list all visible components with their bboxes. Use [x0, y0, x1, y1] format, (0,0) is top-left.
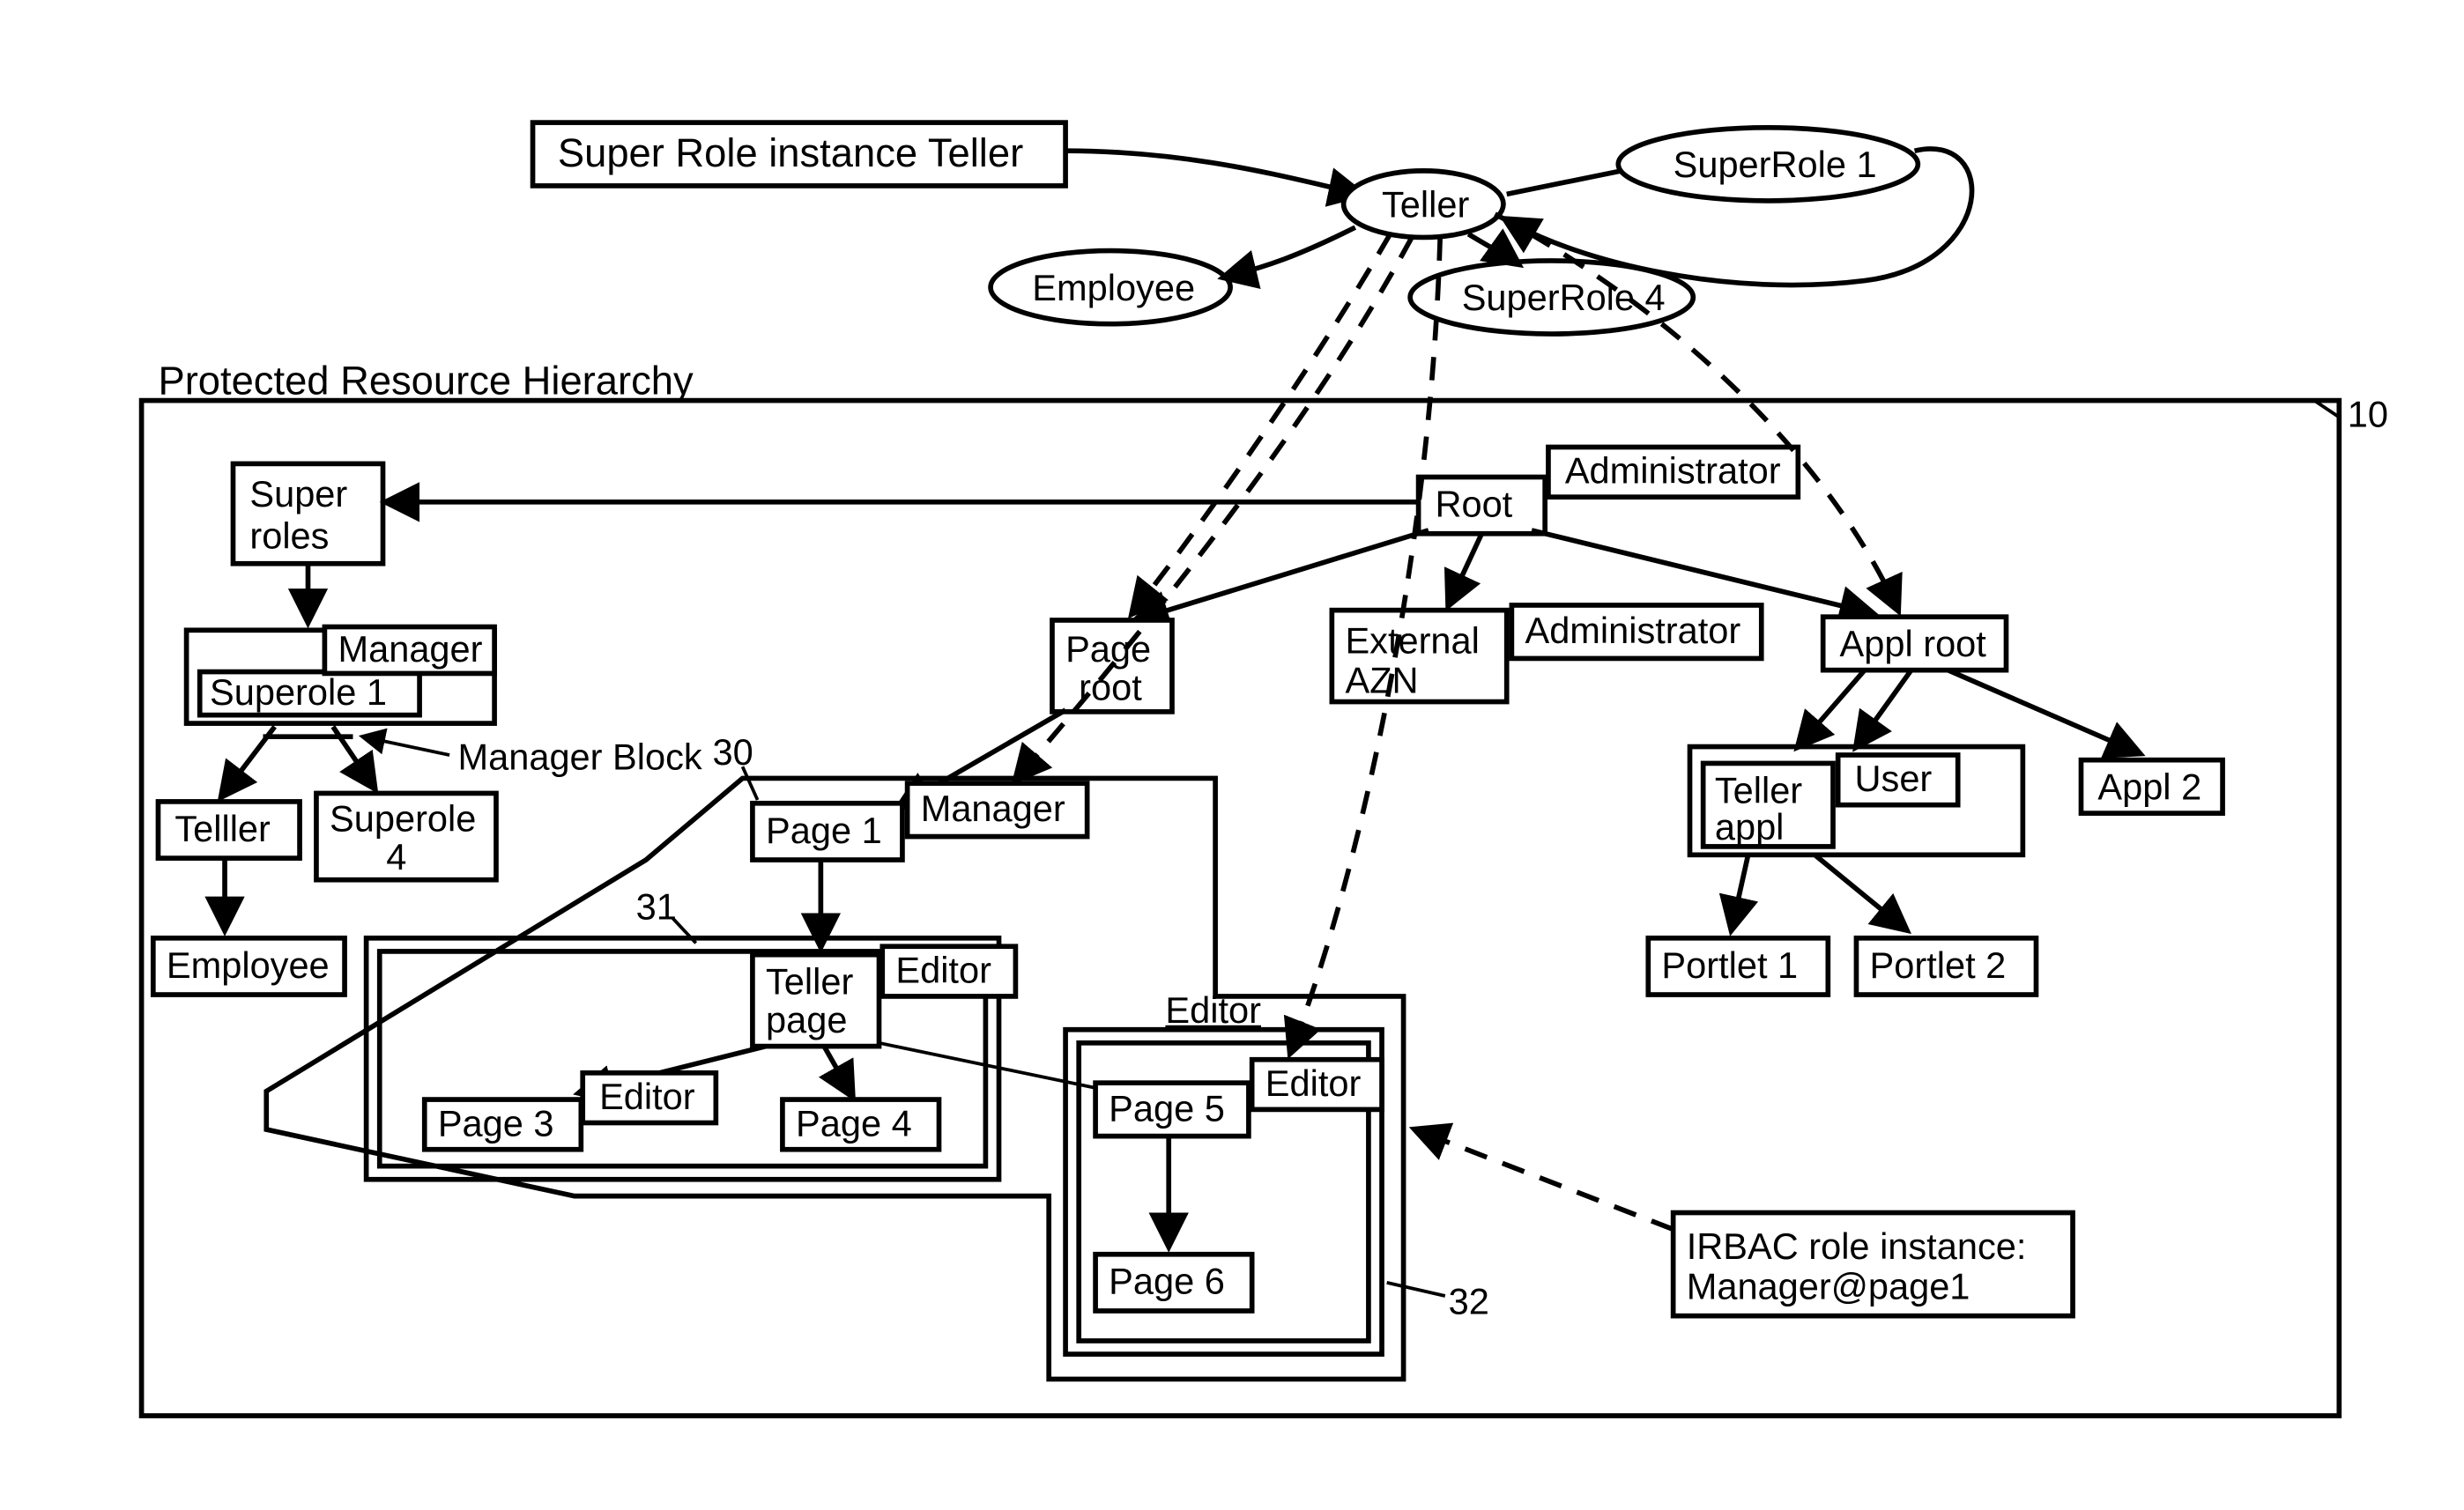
label-page3-editor: Editor: [599, 1076, 695, 1117]
label-page5-editor: Editor: [1265, 1062, 1362, 1104]
arrow-teller-employee: [1224, 227, 1355, 278]
label-ellipse-superrole1: SuperRole 1: [1674, 144, 1877, 185]
label-super-role-instance-teller: Super Role instance Teller: [558, 130, 1023, 175]
arrow-title-to-teller: [1065, 151, 1362, 194]
label-teller-editor: Editor: [895, 949, 991, 990]
label-protected-resource-hierarchy: Protected Resource Hierarchy: [158, 359, 693, 403]
label-page-root-l2: root: [1079, 666, 1142, 707]
label-31: 31: [636, 886, 677, 928]
label-teller-appl-l1: Teller: [1715, 769, 1802, 811]
label-ext-admin: Administrator: [1525, 610, 1740, 651]
label-page1-manager: Manager: [921, 788, 1065, 829]
label-super-roles-l2: roles: [249, 514, 329, 556]
label-root-admin: Administrator: [1565, 450, 1781, 492]
label-editor-underlined: Editor: [1165, 989, 1261, 1031]
label-ellipse-superrole4: SuperRole 4: [1462, 277, 1666, 318]
label-portlet1: Portlet 1: [1661, 944, 1798, 986]
label-irbac-l2: Manager@page1: [1687, 1265, 1970, 1306]
label-manager-tag: Manager: [338, 628, 483, 670]
label-page4: Page 4: [796, 1102, 912, 1144]
label-ext-azn-l1: External: [1345, 619, 1479, 661]
label-super-roles-l1: Super: [249, 473, 347, 514]
label-superole1: Superole 1: [210, 671, 387, 713]
label-superole4-l2: 4: [386, 836, 406, 877]
label-10: 10: [2348, 393, 2388, 434]
label-page6: Page 6: [1109, 1261, 1225, 1302]
label-appl-root: Appl root: [1840, 623, 1987, 664]
label-page3: Page 3: [438, 1102, 554, 1144]
label-page1: Page 1: [766, 810, 882, 851]
label-irbac-l1: IRBAC role instance:: [1687, 1225, 2027, 1267]
label-30: 30: [713, 731, 753, 773]
label-appl2: Appl 2: [2097, 766, 2201, 808]
label-root: Root: [1435, 483, 1512, 524]
label-manager-block: Manager Block: [458, 736, 702, 778]
label-superole4-l1: Superole: [330, 798, 476, 840]
label-teller-appl-l2: appl: [1715, 806, 1785, 848]
connector-superrole1-teller: [1507, 171, 1622, 194]
label-user: User: [1855, 758, 1933, 799]
label-ellipse-employee: Employee: [1032, 267, 1195, 308]
label-teller-page-l1: Teller: [766, 961, 853, 1003]
label-32: 32: [1449, 1280, 1489, 1321]
diagram-svg: Super Role instance Teller Teller SuperR…: [0, 0, 2464, 1510]
label-ext-azn-l2: AZN: [1345, 660, 1418, 701]
label-teller-page-l2: page: [766, 999, 847, 1040]
arrow-teller-superrole4: [1468, 234, 1518, 264]
label-telller: Telller: [174, 808, 271, 849]
label-portlet2: Portlet 2: [1870, 944, 2007, 986]
label-employee: Employee: [167, 944, 330, 986]
label-ellipse-teller: Teller: [1382, 183, 1469, 225]
label-page5: Page 5: [1109, 1087, 1225, 1129]
